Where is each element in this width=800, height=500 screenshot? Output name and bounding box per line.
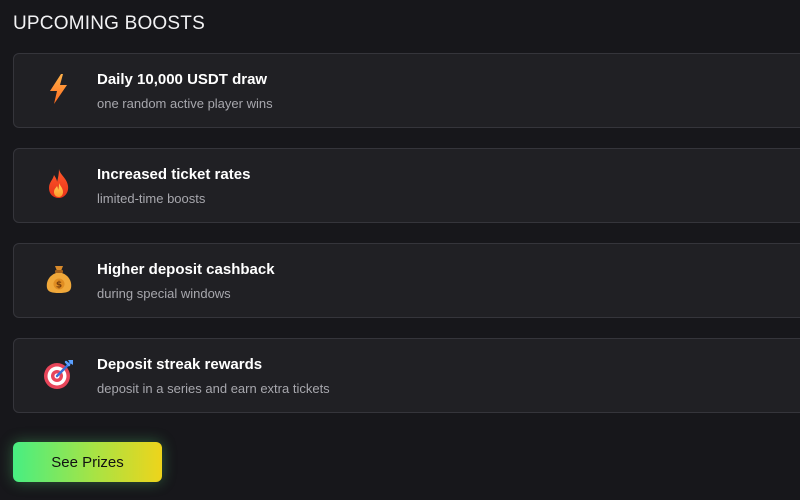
boost-title: Higher deposit cashback [97, 261, 275, 278]
boost-card-ticket-rates: Increased ticket rates limited-time boos… [13, 148, 800, 223]
fire-icon [42, 167, 76, 201]
lightning-icon [42, 72, 76, 106]
svg-text:$: $ [56, 281, 62, 291]
boost-title: Daily 10,000 USDT draw [97, 71, 268, 88]
see-prizes-button[interactable]: See Prizes [13, 442, 162, 482]
boost-card-deposit-cashback: $ Higher deposit cashback during special… [13, 243, 800, 318]
boost-title: Increased ticket rates [97, 166, 251, 183]
boost-subtitle: one random active player wins [97, 96, 273, 111]
boost-subtitle: limited-time boosts [97, 191, 206, 206]
boost-subtitle: deposit in a series and earn extra ticke… [97, 381, 330, 396]
boost-subtitle: during special windows [97, 286, 231, 301]
money-bag-icon: $ [42, 262, 76, 296]
upcoming-boosts-page: UPCOMING BOOSTS Daily 10,000 USDT draw o… [0, 0, 800, 500]
boost-list: Daily 10,000 USDT draw one random active… [13, 53, 800, 433]
target-icon [42, 357, 76, 391]
boost-card-daily-draw: Daily 10,000 USDT draw one random active… [13, 53, 800, 128]
boost-card-streak-rewards: Deposit streak rewards deposit in a seri… [13, 338, 800, 413]
section-title: UPCOMING BOOSTS [13, 13, 205, 34]
boost-title: Deposit streak rewards [97, 356, 263, 373]
